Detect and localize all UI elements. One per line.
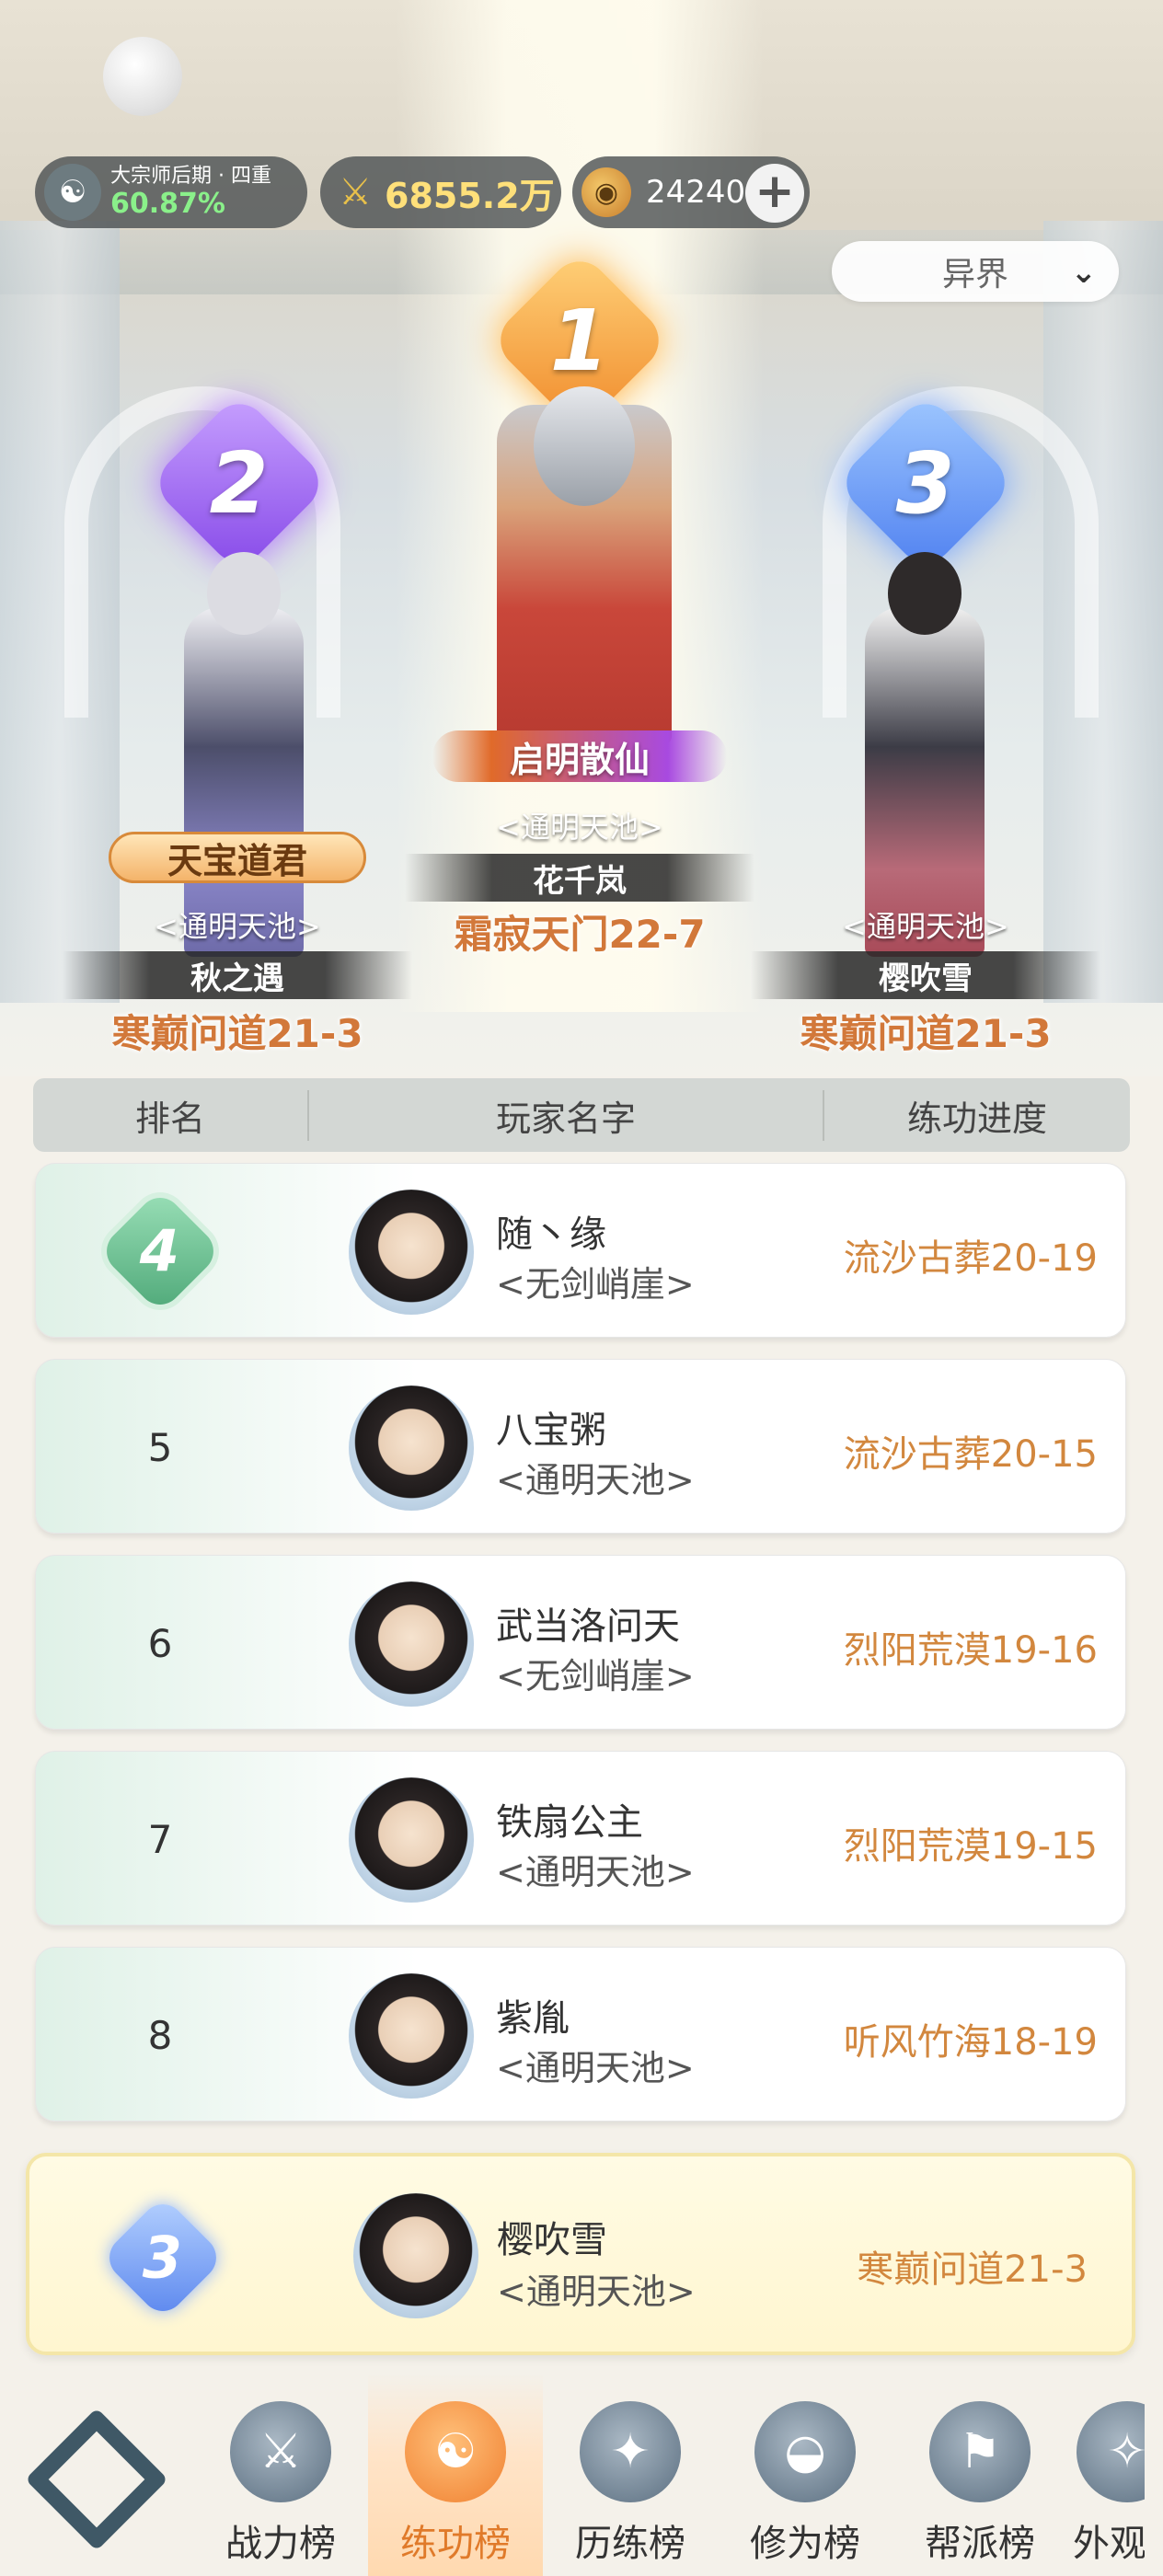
player-progress: 流沙古葬20-19 bbox=[843, 1237, 1098, 1280]
rank-2-title-banner: 天宝道君 bbox=[109, 832, 366, 883]
rank-2-name[interactable]: 秋之遇 bbox=[63, 951, 412, 999]
my-rank-medal: 3 bbox=[100, 2195, 225, 2320]
rank-1-character[interactable] bbox=[497, 386, 672, 745]
rank-1-guild: <通明天池> bbox=[496, 810, 663, 845]
table-row[interactable]: 5 八宝粥 <通明天池> 流沙古葬20-15 bbox=[35, 1359, 1126, 1534]
avatar[interactable] bbox=[349, 1386, 474, 1511]
tab-appearance-ranking[interactable]: ✧ 外观 bbox=[1067, 2374, 1145, 2576]
star-icon: ✦ bbox=[580, 2401, 681, 2502]
tab-label: 修为榜 bbox=[750, 2523, 860, 2565]
header-progress: 练功进度 bbox=[906, 1098, 1047, 1139]
player-progress: 听风竹海18-19 bbox=[843, 2021, 1098, 2064]
rank-3-stage: 寒巅问道21-3 bbox=[800, 1011, 1052, 1056]
rank-number: 6 bbox=[147, 1620, 173, 1666]
tab-training-ranking[interactable]: ☯ 练功榜 bbox=[368, 2374, 543, 2576]
tab-label: 练功榜 bbox=[400, 2523, 511, 2565]
rank-3-name[interactable]: 樱吹雪 bbox=[751, 951, 1100, 999]
menu-logo-icon bbox=[25, 2408, 168, 2551]
tab-label: 帮派榜 bbox=[925, 2523, 1035, 2565]
player-name: 铁扇公主 bbox=[496, 1801, 643, 1844]
combat-power-value: 6855.2万 bbox=[385, 175, 555, 216]
my-rank-row[interactable]: 3 樱吹雪 <通明天池> 寒巅问道21-3 bbox=[26, 2153, 1135, 2355]
rank-1-stage: 霜寂天门22-7 bbox=[454, 912, 706, 957]
header-rank: 排名 bbox=[33, 1089, 309, 1141]
player-guild: <通明天池> bbox=[496, 1460, 695, 1501]
table-row[interactable]: 4 随丶缘 <无剑峭崖> 流沙古葬20-19 bbox=[35, 1163, 1126, 1338]
chevron-down-icon: ⌄ bbox=[1070, 254, 1098, 291]
hat-icon: ◒ bbox=[754, 2401, 856, 2502]
tab-label: 战力榜 bbox=[225, 2523, 336, 2565]
banner-icon: ⚑ bbox=[929, 2401, 1031, 2502]
realm-dropdown[interactable]: 异界 ⌄ bbox=[832, 241, 1119, 302]
rank-number: 5 bbox=[147, 1424, 173, 1470]
jade-coin-icon: ◉ bbox=[582, 167, 631, 217]
combat-power-badge[interactable]: ⚔ 6855.2万 bbox=[320, 156, 561, 228]
rank-progress: 60.87% bbox=[110, 187, 225, 220]
player-guild: <通明天池> bbox=[496, 1852, 695, 1892]
player-guild: <无剑峭崖> bbox=[496, 1656, 695, 1696]
rank-2-stage: 寒巅问道21-3 bbox=[111, 1011, 363, 1056]
tab-guild-ranking[interactable]: ⚑ 帮派榜 bbox=[892, 2374, 1067, 2576]
currency-badge[interactable]: ◉ 24240 + bbox=[572, 156, 810, 228]
cultivator-icon: ☯ bbox=[44, 164, 101, 221]
tab-label: 历练榜 bbox=[575, 2523, 685, 2565]
tab-cultivation-ranking[interactable]: ◒ 修为榜 bbox=[718, 2374, 892, 2576]
avatar[interactable] bbox=[353, 2193, 478, 2318]
player-guild: <通明天池> bbox=[497, 2271, 696, 2312]
tab-experience-ranking[interactable]: ✦ 历练榜 bbox=[543, 2374, 718, 2576]
currency-value: 24240 bbox=[646, 174, 746, 211]
swords-icon: ⚔ bbox=[230, 2401, 331, 2502]
table-row[interactable]: 7 铁扇公主 <通明天池> 烈阳荒漠19-15 bbox=[35, 1751, 1126, 1926]
player-name: 武当洛问天 bbox=[496, 1605, 680, 1648]
avatar[interactable] bbox=[349, 1581, 474, 1707]
yin-yang-icon: ☯ bbox=[405, 2401, 506, 2502]
moon-orb bbox=[103, 37, 182, 116]
realm-dropdown-value: 异界 bbox=[941, 256, 1008, 293]
header-player-name: 玩家名字 bbox=[309, 1089, 824, 1141]
player-progress: 流沙古葬20-15 bbox=[843, 1433, 1098, 1476]
add-currency-button[interactable]: + bbox=[745, 164, 804, 223]
player-name: 紫胤 bbox=[496, 1997, 570, 2040]
rank-title: 大宗师后期 · 四重 bbox=[110, 165, 271, 189]
player-guild: <无剑峭崖> bbox=[496, 1264, 695, 1305]
player-progress: 烈阳荒漠19-15 bbox=[843, 1825, 1098, 1868]
rank-number: 7 bbox=[147, 1816, 173, 1862]
tab-power-ranking[interactable]: ⚔ 战力榜 bbox=[193, 2374, 368, 2576]
player-progress: 寒巅问道21-3 bbox=[857, 2248, 1088, 2291]
avatar[interactable] bbox=[349, 1190, 474, 1315]
ranking-table-header: 排名 玩家名字 练功进度 bbox=[33, 1078, 1130, 1152]
player-name: 八宝粥 bbox=[496, 1409, 606, 1452]
rank-3-guild: <通明天池> bbox=[842, 909, 1009, 944]
table-row[interactable]: 8 紫胤 <通明天池> 听风竹海18-19 bbox=[35, 1947, 1126, 2122]
nav-menu[interactable] bbox=[0, 2374, 193, 2576]
avatar[interactable] bbox=[349, 1777, 474, 1903]
rank-number: 8 bbox=[147, 2012, 173, 2058]
robe-icon: ✧ bbox=[1077, 2401, 1145, 2502]
bottom-nav: ⚔ 战力榜 ☯ 练功榜 ✦ 历练榜 ◒ 修为榜 ⚑ 帮派榜 ✧ 外观 bbox=[0, 2374, 1163, 2576]
tab-label: 外观 bbox=[1073, 2523, 1145, 2565]
player-progress: 烈阳荒漠19-16 bbox=[843, 1629, 1098, 1672]
rank-4-medal: 4 bbox=[98, 1189, 223, 1314]
rank-2-guild: <通明天池> bbox=[154, 909, 321, 944]
avatar[interactable] bbox=[349, 1973, 474, 2099]
power-icon: ⚔ bbox=[339, 171, 372, 213]
rank-1-title-banner: 启明散仙 bbox=[432, 730, 727, 782]
player-name: 樱吹雪 bbox=[497, 2219, 607, 2261]
cultivation-rank-badge[interactable]: ☯ 大宗师后期 · 四重 60.87% bbox=[35, 156, 307, 228]
rank-1-name[interactable]: 花千岚 bbox=[405, 854, 754, 902]
player-guild: <通明天池> bbox=[496, 2048, 695, 2088]
table-row[interactable]: 6 武当洛问天 <无剑峭崖> 烈阳荒漠19-16 bbox=[35, 1555, 1126, 1730]
player-name: 随丶缘 bbox=[496, 1213, 606, 1256]
